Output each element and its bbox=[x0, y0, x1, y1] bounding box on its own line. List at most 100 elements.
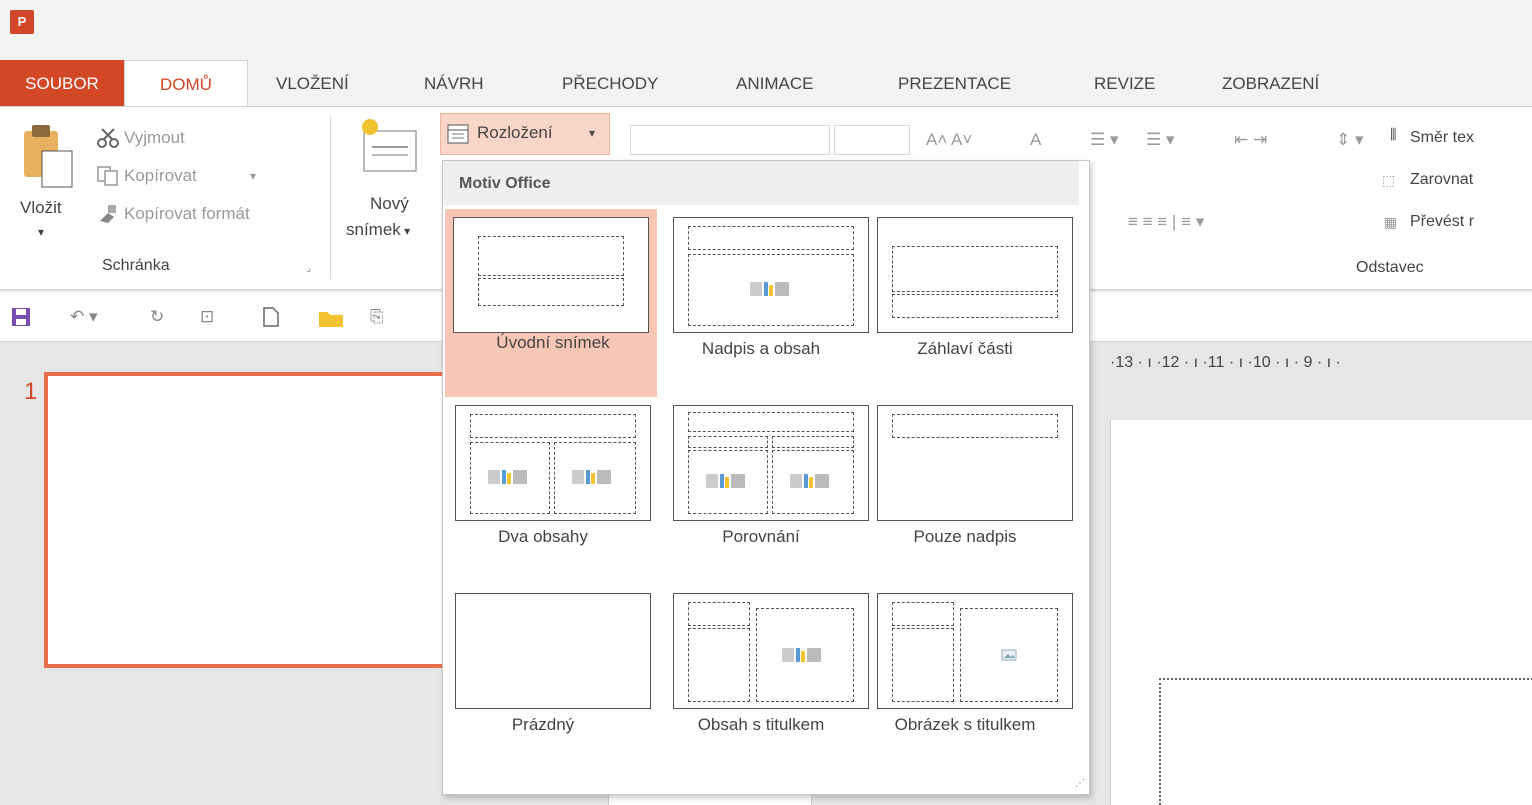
grow-font-icon[interactable]: A˄ A˅ bbox=[926, 129, 972, 151]
paste-icon[interactable] bbox=[20, 121, 76, 191]
layout-icon bbox=[447, 124, 469, 144]
copy-dropdown-icon[interactable]: ▾ bbox=[250, 165, 256, 187]
layout-blank[interactable]: Prázdný bbox=[445, 585, 651, 765]
title-placeholder bbox=[688, 226, 854, 250]
content-icons bbox=[782, 648, 821, 662]
layout-label: Záhlaví části bbox=[917, 339, 1013, 358]
content-icons bbox=[706, 474, 745, 488]
slide-placeholder[interactable] bbox=[1159, 678, 1532, 805]
subtitle-placeholder bbox=[478, 278, 624, 306]
layout-thumbnail bbox=[877, 405, 1073, 521]
title-bar: P bbox=[0, 0, 1532, 60]
tab-file[interactable]: SOUBOR bbox=[0, 60, 124, 107]
layout-label: Obrázek s titulkem bbox=[894, 715, 1036, 734]
resize-grip-icon[interactable]: ⋰ bbox=[1075, 779, 1085, 789]
layout-label: Obsah s titulkem bbox=[697, 715, 825, 734]
layout-content-caption[interactable]: Obsah s titulkem bbox=[663, 585, 869, 765]
tab-slideshow[interactable]: PREZENTACE bbox=[898, 60, 1011, 107]
layout-thumbnail bbox=[673, 405, 869, 521]
tab-review[interactable]: REVIZE bbox=[1094, 60, 1155, 107]
cut-button[interactable]: Vyjmout bbox=[124, 127, 185, 149]
heading-placeholder-left bbox=[688, 436, 768, 448]
title-placeholder bbox=[478, 236, 624, 276]
format-painter-icon bbox=[100, 205, 116, 223]
content-icons bbox=[572, 470, 611, 484]
layout-button-label: Rozložení bbox=[477, 123, 553, 142]
layout-section-header[interactable]: Záhlaví části bbox=[867, 209, 1073, 389]
content-placeholder-right bbox=[772, 450, 854, 514]
open-folder-icon[interactable] bbox=[318, 308, 344, 328]
layout-thumbnail bbox=[877, 217, 1073, 333]
copy-icon bbox=[97, 166, 118, 186]
horizontal-ruler: ·13 · ı ·12 · ı ·11 · ı ·10 · ı · 9 · ı … bbox=[1110, 354, 1341, 371]
indent-icon[interactable]: ⇤ ⇥ bbox=[1234, 129, 1267, 151]
layout-title-content[interactable]: Nadpis a obsah bbox=[663, 209, 869, 389]
tab-design[interactable]: NÁVRH bbox=[424, 60, 484, 107]
layout-gallery: Motiv Office Úvodní snímek Nadpis a obsa… bbox=[442, 160, 1090, 795]
slide-number: 1 bbox=[24, 378, 38, 405]
redo-icon[interactable]: ↻ bbox=[150, 306, 164, 328]
layout-thumbnail bbox=[453, 217, 649, 333]
layout-label: Nadpis a obsah bbox=[701, 339, 821, 358]
new-slide-label-1[interactable]: Nový bbox=[370, 193, 409, 215]
title-placeholder bbox=[470, 414, 636, 438]
new-slide-icon[interactable] bbox=[356, 117, 420, 177]
save-icon[interactable] bbox=[10, 306, 32, 328]
tab-insert[interactable]: VLOŽENÍ bbox=[276, 60, 349, 107]
group-divider bbox=[330, 115, 331, 279]
clipboard-group-label: Schránka bbox=[102, 257, 170, 274]
slide-thumbnail[interactable] bbox=[44, 372, 464, 668]
present-icon[interactable]: ⊡ bbox=[200, 306, 214, 328]
layout-title-only[interactable]: Pouze nadpis bbox=[867, 397, 1073, 577]
title-placeholder bbox=[892, 246, 1058, 292]
attach-icon[interactable]: ⎘ bbox=[370, 306, 384, 328]
font-name-box[interactable] bbox=[630, 125, 830, 155]
format-painter-button[interactable]: Kopírovat formát bbox=[124, 203, 250, 225]
undo-icon[interactable]: ↶ ▾ bbox=[70, 306, 98, 328]
content-placeholder-left bbox=[688, 450, 768, 514]
copy-button[interactable]: Kopírovat bbox=[124, 165, 197, 187]
clear-format-icon[interactable]: A bbox=[1030, 129, 1041, 151]
tab-view[interactable]: ZOBRAZENÍ bbox=[1222, 60, 1319, 107]
title-placeholder bbox=[892, 414, 1058, 438]
layout-dropdown-icon: ▾ bbox=[589, 126, 596, 140]
text-placeholder bbox=[892, 294, 1058, 318]
bullets-icon[interactable]: ☰ ▾ bbox=[1090, 129, 1119, 151]
layout-button[interactable]: Rozložení ▾ bbox=[440, 113, 610, 155]
title-placeholder bbox=[892, 602, 954, 626]
text-placeholder bbox=[688, 628, 750, 702]
layout-two-content[interactable]: Dva obsahy bbox=[445, 397, 651, 577]
clipboard-launcher-icon[interactable]: ⌟ bbox=[306, 257, 311, 279]
align-icons[interactable]: ≡ ≡ ≡ | ≡ ▾ bbox=[1128, 211, 1204, 233]
convert-smartart-button[interactable]: Převést r bbox=[1410, 211, 1474, 233]
text-placeholder bbox=[892, 628, 954, 702]
content-placeholder-right bbox=[554, 442, 636, 514]
new-slide-label-2[interactable]: snímek ▾ bbox=[346, 219, 410, 242]
title-placeholder bbox=[688, 602, 750, 626]
align-text-button[interactable]: Zarovnat bbox=[1410, 169, 1473, 191]
layout-thumbnail bbox=[673, 217, 869, 333]
layout-picture-caption[interactable]: Obrázek s titulkem bbox=[867, 585, 1073, 765]
layout-title-slide[interactable]: Úvodní snímek bbox=[445, 209, 657, 397]
tab-transitions[interactable]: PŘECHODY bbox=[562, 60, 658, 107]
gallery-header: Motiv Office bbox=[443, 161, 1079, 205]
layout-thumbnail bbox=[455, 593, 651, 709]
tab-animations[interactable]: ANIMACE bbox=[736, 60, 813, 107]
paragraph-group-label: Odstavec bbox=[1356, 259, 1424, 276]
tab-home[interactable]: DOMŮ bbox=[124, 60, 248, 108]
paste-button[interactable]: Vložit bbox=[20, 197, 62, 219]
new-document-icon[interactable] bbox=[262, 306, 280, 328]
content-placeholder bbox=[756, 608, 854, 702]
heading-placeholder-right bbox=[772, 436, 854, 448]
layout-comparison[interactable]: Porovnání bbox=[663, 397, 869, 577]
title-placeholder bbox=[688, 412, 854, 432]
text-direction-button[interactable]: Směr tex bbox=[1410, 127, 1474, 149]
content-icons bbox=[488, 470, 527, 484]
powerpoint-icon[interactable]: P bbox=[10, 10, 34, 34]
numbering-icon[interactable]: ☰ ▾ bbox=[1146, 129, 1175, 151]
paste-dropdown-icon[interactable]: ▾ bbox=[38, 221, 44, 243]
line-spacing-icon[interactable]: ⇕ ▾ bbox=[1336, 129, 1364, 151]
text-direction-icon: ⫼ bbox=[1390, 126, 1397, 142]
slide-canvas[interactable] bbox=[1110, 420, 1532, 805]
font-size-box[interactable] bbox=[834, 125, 910, 155]
